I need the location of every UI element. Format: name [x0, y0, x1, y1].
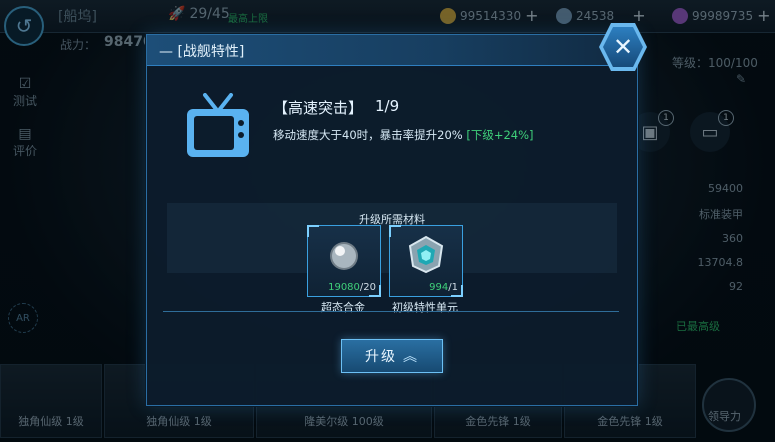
dialog-title: — [战舰特性]: [159, 44, 245, 60]
trait-desc-text: 移动速度大于40时，暴击率提升20%: [273, 128, 463, 142]
material-have: 19080: [328, 282, 360, 293]
double-chevron-up-icon: ︽: [403, 349, 419, 365]
material-need: /1: [448, 282, 458, 293]
dialog-header: — [战舰特性]: [147, 35, 637, 66]
material-name: 超态合金: [321, 301, 365, 314]
trait-description: 移动速度大于40时，暴击率提升20% [下级+24%]: [273, 127, 534, 143]
material-quantity: 19080/20: [328, 282, 376, 293]
material-slot-alloy[interactable]: 19080/20: [307, 225, 381, 297]
upgrade-button[interactable]: 升级 ︽: [341, 339, 443, 373]
trait-bonus: [下级+24%]: [466, 128, 534, 142]
material-need: /20: [359, 282, 376, 293]
trait-level: 1/9: [375, 97, 400, 115]
corner-decoration: [389, 225, 401, 237]
material-have: 994: [429, 282, 449, 293]
close-icon: ✕: [612, 33, 634, 61]
tv-icon: [187, 93, 249, 157]
divider: [163, 311, 619, 312]
corner-decoration: [307, 225, 319, 237]
dialog-title-text: [战舰特性]: [177, 44, 245, 60]
trait-name: 【高速突击】: [273, 99, 364, 117]
material-quantity: 994/1: [429, 282, 458, 293]
material-slot-unit[interactable]: 994/1: [389, 225, 463, 297]
upgrade-label: 升级: [365, 349, 397, 365]
trait-unit-icon: [408, 235, 444, 274]
trait-dialog: — [战舰特性] ✕ 【高速突击】 1/9 移动速度大于40时，暴击率提升20%…: [146, 23, 647, 406]
alloy-sphere-icon: [330, 242, 358, 270]
material-name: 初级特性单元: [392, 301, 458, 314]
